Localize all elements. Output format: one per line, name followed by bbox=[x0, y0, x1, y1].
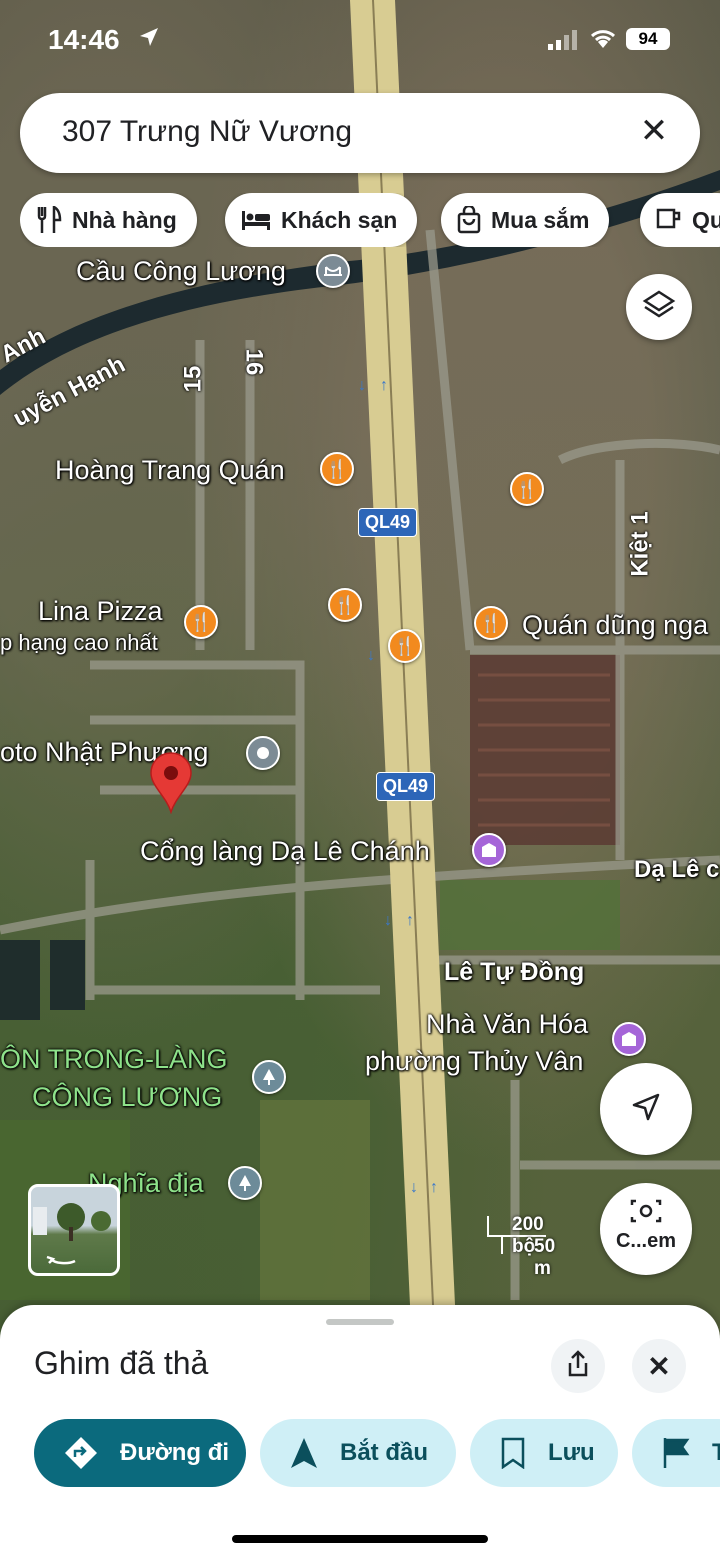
category-chips: Nhà hàng Khách sạn Mua sắm Qu bbox=[20, 193, 720, 247]
my-location-button[interactable] bbox=[600, 1063, 692, 1155]
place-bottom-sheet[interactable]: Ghim đã thả ✕ Đường đi Bắt đầu Lưu T bbox=[0, 1305, 720, 1557]
svg-text:↑: ↑ bbox=[380, 377, 388, 394]
park-icon[interactable] bbox=[252, 1060, 286, 1094]
shopping-bag-icon bbox=[457, 206, 481, 234]
layers-icon bbox=[642, 288, 676, 327]
close-sheet-button[interactable]: ✕ bbox=[632, 1339, 686, 1393]
svg-text:↑: ↑ bbox=[430, 1179, 438, 1196]
close-icon: ✕ bbox=[647, 1350, 671, 1382]
dropped-pin-icon[interactable] bbox=[148, 752, 194, 814]
restaurant-icon[interactable]: 🍴 bbox=[328, 588, 362, 622]
sheet-title: Ghim đã thả bbox=[34, 1345, 209, 1381]
flag-icon bbox=[662, 1437, 690, 1469]
svg-text:↓: ↓ bbox=[384, 912, 392, 929]
street-view-preview bbox=[33, 1203, 111, 1265]
svg-text:↓: ↓ bbox=[367, 647, 375, 664]
highway-shield: QL49 bbox=[376, 772, 436, 801]
street-label-15: 15 bbox=[179, 365, 207, 393]
chip-shopping[interactable]: Mua sắm bbox=[441, 193, 610, 247]
home-indicator[interactable] bbox=[232, 1535, 488, 1543]
restaurant-icon[interactable]: 🍴 bbox=[388, 629, 422, 663]
location-arrow-icon bbox=[138, 26, 160, 54]
coffee-icon bbox=[656, 207, 682, 233]
scale-metric: 50 m bbox=[534, 1236, 556, 1279]
place-pin-icon[interactable] bbox=[246, 736, 280, 770]
close-icon[interactable]: ✕ bbox=[634, 111, 674, 151]
street-label-da-le: Dạ Lê c bbox=[634, 856, 720, 883]
chip-hotels[interactable]: Khách sạn bbox=[225, 193, 418, 247]
cemetery-icon[interactable] bbox=[228, 1166, 262, 1200]
place-label-lina-pizza[interactable]: Lina Pizza bbox=[38, 596, 163, 627]
status-time: 14:46 bbox=[48, 24, 120, 55]
bridge-icon[interactable] bbox=[316, 254, 350, 288]
chip-cafe[interactable]: Qu bbox=[640, 193, 720, 247]
restaurant-icon bbox=[36, 206, 62, 234]
share-icon bbox=[566, 1349, 590, 1383]
place-label-cong-lang[interactable]: Cổng làng Dạ Lê Chánh bbox=[140, 836, 430, 867]
place-label-lina-pizza-sub: p hạng cao nhất bbox=[0, 630, 158, 655]
camera-button-label: C...em bbox=[615, 1230, 677, 1252]
battery-indicator: 94 bbox=[626, 28, 670, 50]
place-label-thon-1[interactable]: ÔN TRONG-LÀNG bbox=[0, 1044, 228, 1075]
camera-search-button[interactable]: C...em bbox=[600, 1183, 692, 1275]
street-label-kiet-1: Kiệt 1 bbox=[626, 511, 654, 577]
status-bar: 14:46 94 bbox=[0, 18, 720, 62]
chip-label: Nhà hàng bbox=[72, 206, 177, 233]
search-query[interactable]: 307 Trưng Nữ Vương bbox=[62, 115, 352, 149]
start-button[interactable]: Bắt đầu bbox=[260, 1419, 456, 1487]
chip-restaurants[interactable]: Nhà hàng bbox=[20, 193, 197, 247]
search-bar[interactable]: 307 Trưng Nữ Vương ✕ bbox=[20, 93, 700, 173]
navigation-arrow-icon bbox=[290, 1437, 318, 1469]
street-view-thumbnail[interactable] bbox=[28, 1184, 120, 1276]
highway-shield: QL49 bbox=[358, 508, 418, 537]
hotel-icon bbox=[241, 209, 271, 231]
restaurant-icon[interactable]: 🍴 bbox=[510, 472, 544, 506]
bookmark-icon bbox=[500, 1437, 526, 1469]
street-label-le-tu-dong: Lê Tự Đồng bbox=[444, 958, 585, 986]
directions-label: Đường đi bbox=[120, 1439, 230, 1466]
camera-lens-icon bbox=[630, 1197, 662, 1230]
landmark-icon[interactable] bbox=[472, 833, 506, 867]
label-button-text: T bbox=[712, 1439, 720, 1466]
chip-label: Khách sạn bbox=[281, 206, 398, 233]
sheet-drag-handle[interactable] bbox=[326, 1319, 394, 1325]
landmark-icon[interactable] bbox=[612, 1022, 646, 1056]
navigation-arrow-icon bbox=[630, 1091, 662, 1128]
restaurant-icon[interactable]: 🍴 bbox=[184, 605, 218, 639]
label-button[interactable]: T bbox=[632, 1419, 720, 1487]
place-label-nha-van-hoa[interactable]: Nhà Văn Hóa bbox=[426, 1009, 588, 1040]
start-label: Bắt đầu bbox=[340, 1439, 429, 1466]
place-label-nha-van-hoa-2[interactable]: phường Thủy Vân bbox=[365, 1046, 583, 1077]
restaurant-icon[interactable]: 🍴 bbox=[320, 452, 354, 486]
share-button[interactable] bbox=[551, 1339, 605, 1393]
save-button[interactable]: Lưu bbox=[470, 1419, 618, 1487]
cellular-signal-icon bbox=[548, 30, 578, 55]
svg-text:↓: ↓ bbox=[410, 1179, 418, 1196]
directions-icon bbox=[64, 1436, 98, 1470]
place-label-thon-2[interactable]: CÔNG LƯƠNG bbox=[32, 1082, 222, 1113]
place-label-cau-cong-luong[interactable]: Cầu Công Lương bbox=[76, 256, 286, 287]
directions-button[interactable]: Đường đi bbox=[34, 1419, 246, 1487]
place-label-quan-dung[interactable]: Quán dũng nga bbox=[522, 610, 708, 641]
svg-text:↓: ↓ bbox=[358, 377, 366, 394]
layers-button[interactable] bbox=[626, 274, 692, 340]
chip-label: Qu bbox=[692, 206, 720, 233]
svg-text:↑: ↑ bbox=[406, 912, 414, 929]
wifi-icon bbox=[588, 26, 618, 55]
save-label: Lưu bbox=[548, 1439, 595, 1466]
place-label-hoang-trang[interactable]: Hoàng Trang Quán bbox=[55, 455, 285, 486]
chip-label: Mua sắm bbox=[491, 206, 590, 233]
restaurant-icon[interactable]: 🍴 bbox=[474, 606, 508, 640]
street-label-16: 16 bbox=[240, 348, 268, 376]
